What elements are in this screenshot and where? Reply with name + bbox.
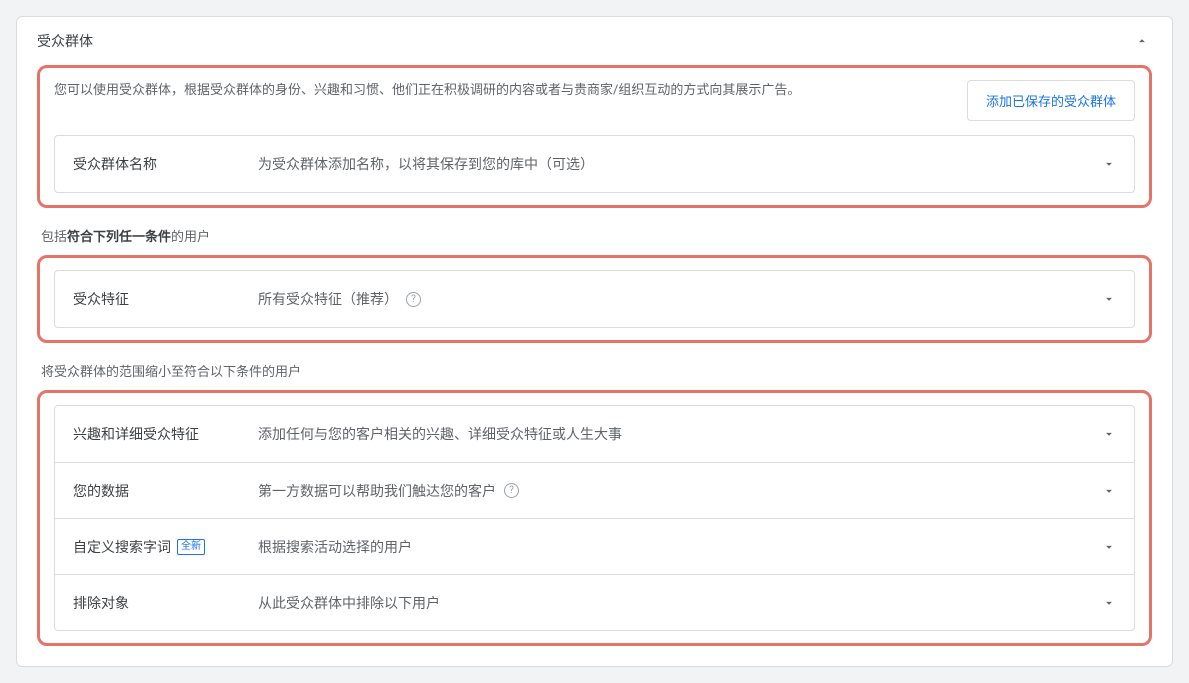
narrow-rows-container: 兴趣和详细受众特征 添加任何与您的客户相关的兴趣、详细受众特征或人生大事您的数据 第… bbox=[54, 405, 1135, 631]
row-label-text: 您的数据 bbox=[73, 481, 129, 501]
help-icon[interactable] bbox=[504, 483, 519, 498]
chevron-down-icon bbox=[1102, 540, 1116, 554]
row-value: 根据搜索活动选择的用户 bbox=[258, 537, 1102, 557]
audience-name-row[interactable]: 受众群体名称 为受众群体添加名称，以将其保存到您的库中（可选） bbox=[55, 136, 1134, 192]
row-value-text: 从此受众群体中排除以下用户 bbox=[258, 593, 440, 613]
row-label: 您的数据 bbox=[73, 481, 258, 501]
row-label: 兴趣和详细受众特征 bbox=[73, 424, 258, 444]
audience-name-label: 受众群体名称 bbox=[73, 154, 258, 174]
demographics-row[interactable]: 受众特征 所有受众特征（推荐） bbox=[55, 271, 1134, 327]
chevron-down-icon bbox=[1102, 292, 1116, 306]
collapse-icon bbox=[1132, 31, 1152, 51]
demographics-value: 所有受众特征（推荐） bbox=[258, 289, 1102, 309]
row-label-text: 自定义搜索字词 bbox=[73, 537, 171, 557]
chevron-down-icon bbox=[1102, 157, 1116, 171]
row-label: 自定义搜索字词全新 bbox=[73, 537, 258, 557]
row-value: 第一方数据可以帮助我们触达您的客户 bbox=[258, 481, 1102, 501]
chevron-down-icon bbox=[1102, 596, 1116, 610]
row-value-text: 根据搜索活动选择的用户 bbox=[258, 537, 412, 557]
add-saved-audience-button[interactable]: 添加已保存的受众群体 bbox=[967, 80, 1135, 121]
narrow-section-label: 将受众群体的范围缩小至符合以下条件的用户 bbox=[41, 361, 1148, 380]
section-intro-highlight: 您可以使用受众群体，根据受众群体的身份、兴趣和习惯、他们正在积极调研的内容或者与… bbox=[37, 65, 1152, 208]
narrow-row[interactable]: 兴趣和详细受众特征 添加任何与您的客户相关的兴趣、详细受众特征或人生大事 bbox=[55, 406, 1134, 462]
card-body: 您可以使用受众群体，根据受众群体的身份、兴趣和习惯、他们正在积极调研的内容或者与… bbox=[17, 65, 1172, 666]
row-value: 添加任何与您的客户相关的兴趣、详细受众特征或人生大事 bbox=[258, 424, 1102, 444]
label-suffix: 的用户 bbox=[171, 230, 210, 245]
chevron-down-icon bbox=[1102, 427, 1116, 441]
audience-name-container: 受众群体名称 为受众群体添加名称，以将其保存到您的库中（可选） bbox=[54, 135, 1135, 193]
demographics-value-text: 所有受众特征（推荐） bbox=[258, 289, 398, 309]
row-value: 从此受众群体中排除以下用户 bbox=[258, 593, 1102, 613]
row-value-text: 添加任何与您的客户相关的兴趣、详细受众特征或人生大事 bbox=[258, 424, 622, 444]
row-label: 排除对象 bbox=[73, 593, 258, 613]
audience-card: 受众群体 您可以使用受众群体，根据受众群体的身份、兴趣和习惯、他们正在积极调研的… bbox=[16, 16, 1173, 667]
intro-row: 您可以使用受众群体，根据受众群体的身份、兴趣和习惯、他们正在积极调研的内容或者与… bbox=[54, 80, 1135, 121]
chevron-down-icon bbox=[1102, 484, 1116, 498]
narrow-row[interactable]: 排除对象 从此受众群体中排除以下用户 bbox=[55, 574, 1134, 630]
intro-text: 您可以使用受众群体，根据受众群体的身份、兴趣和习惯、他们正在积极调研的内容或者与… bbox=[54, 80, 947, 102]
row-label-text: 兴趣和详细受众特征 bbox=[73, 424, 199, 444]
row-value-text: 第一方数据可以帮助我们触达您的客户 bbox=[258, 481, 496, 501]
audience-name-placeholder: 为受众群体添加名称，以将其保存到您的库中（可选） bbox=[258, 154, 1102, 174]
card-title: 受众群体 bbox=[37, 31, 93, 51]
help-icon[interactable] bbox=[406, 292, 421, 307]
demographics-label: 受众特征 bbox=[73, 289, 258, 309]
section-include-highlight: 受众特征 所有受众特征（推荐） bbox=[37, 255, 1152, 343]
row-label-text: 排除对象 bbox=[73, 593, 129, 613]
card-header[interactable]: 受众群体 bbox=[17, 17, 1172, 65]
narrow-row[interactable]: 您的数据 第一方数据可以帮助我们触达您的客户 bbox=[55, 462, 1134, 518]
demographics-container: 受众特征 所有受众特征（推荐） bbox=[54, 270, 1135, 328]
label-prefix: 包括 bbox=[41, 230, 67, 245]
section-narrow-highlight: 兴趣和详细受众特征 添加任何与您的客户相关的兴趣、详细受众特征或人生大事您的数据 第… bbox=[37, 390, 1152, 646]
include-section-label: 包括符合下列任一条件的用户 bbox=[41, 226, 1148, 245]
label-bold: 符合下列任一条件 bbox=[67, 230, 171, 245]
new-badge: 全新 bbox=[177, 539, 205, 555]
narrow-row[interactable]: 自定义搜索字词全新根据搜索活动选择的用户 bbox=[55, 518, 1134, 574]
